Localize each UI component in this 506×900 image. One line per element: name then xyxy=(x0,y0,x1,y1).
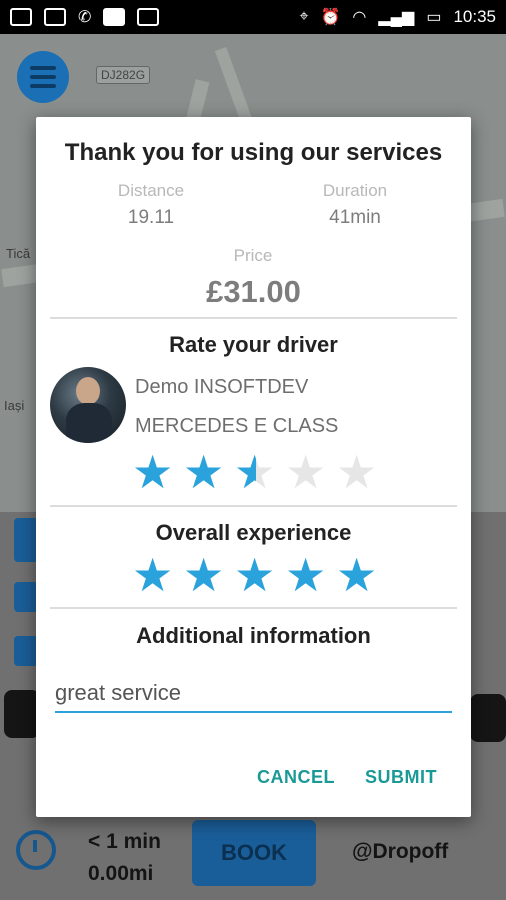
notification-icons: ✆ xyxy=(10,7,160,27)
battery-icon: ▭ xyxy=(426,9,442,26)
additional-info-input[interactable] xyxy=(55,675,452,713)
star-fill: ★ xyxy=(336,554,378,597)
gmail-icon xyxy=(10,8,32,26)
star-icon[interactable]: ★★ xyxy=(183,449,226,495)
star-icon[interactable]: ★★ xyxy=(336,449,379,495)
divider xyxy=(50,607,457,609)
submit-button[interactable]: SUBMIT xyxy=(365,767,437,788)
menu-button[interactable] xyxy=(17,51,69,103)
divider xyxy=(50,317,457,319)
star-fill: ★ xyxy=(285,554,327,597)
driver-rating-stars[interactable]: ★★★★★★★★★★ xyxy=(132,449,379,495)
alarm-icon: ⏰ xyxy=(320,9,341,26)
price-value: £31.00 xyxy=(206,274,301,309)
map-label-iasi: Iași xyxy=(4,398,25,413)
overall-experience-title: Overall experience xyxy=(155,520,352,545)
dropoff-button[interactable]: @Dropoff xyxy=(352,840,448,864)
location-icon: ⌖ xyxy=(299,8,309,25)
map-label-tica: Tică xyxy=(6,246,31,261)
star-icon[interactable]: ★★ xyxy=(285,449,328,495)
divider xyxy=(50,505,457,507)
system-icons: ⌖ ⏰ ◠ ▂▄▆ ▭ 10:35 xyxy=(299,7,496,27)
signal-icon: ▂▄▆ xyxy=(378,9,415,26)
pickup-arrow-icon[interactable] xyxy=(14,582,38,612)
rating-dialog: Thank you for using our services Distanc… xyxy=(36,117,471,817)
car-icon xyxy=(470,694,506,742)
star-fill: ★ xyxy=(183,451,225,494)
star-fill: ★ xyxy=(234,554,276,597)
menu-line xyxy=(30,75,56,79)
star-icon[interactable]: ★★ xyxy=(234,552,277,598)
star-fill: ★ xyxy=(234,451,256,494)
cancel-button[interactable]: CANCEL xyxy=(257,767,335,788)
eta-info: < 1 min 0.00mi xyxy=(88,826,161,890)
image-icon xyxy=(137,8,160,26)
additional-info-title: Additional information xyxy=(136,623,371,648)
star-icon[interactable]: ★★ xyxy=(336,552,379,598)
clock: 10:35 xyxy=(453,7,496,26)
dropoff-arrow-icon[interactable] xyxy=(14,636,38,666)
star-fill: ★ xyxy=(132,451,174,494)
driver-avatar xyxy=(50,367,126,443)
distance-label: Distance xyxy=(117,181,185,200)
dialog-title: Thank you for using our services xyxy=(64,139,443,166)
star-icon[interactable]: ★★ xyxy=(132,552,175,598)
road-tag: DJ282G xyxy=(96,66,151,84)
star-icon[interactable]: ★★ xyxy=(183,552,226,598)
star-fill: ★ xyxy=(132,554,174,597)
missed-call-icon: ✆ xyxy=(78,9,92,26)
rate-driver-title: Rate your driver xyxy=(169,332,338,357)
distance-value: 19.11 xyxy=(127,207,175,228)
eta-distance: 0.00mi xyxy=(88,862,154,885)
stopwatch-icon xyxy=(16,830,56,870)
driver-name: Demo INSOFTDEV xyxy=(135,376,309,398)
nfc-icon xyxy=(44,8,66,26)
price-label: Price xyxy=(233,246,273,265)
menu-line xyxy=(30,66,56,70)
star-icon[interactable]: ★★ xyxy=(132,449,175,495)
star-fill: ★ xyxy=(183,554,225,597)
duration-label: Duration xyxy=(322,181,388,200)
wifi-icon: ◠ xyxy=(352,9,367,26)
vehicle-tab[interactable] xyxy=(14,518,38,562)
book-button[interactable]: BOOK xyxy=(192,820,316,886)
menu-line xyxy=(30,84,56,88)
car-icon xyxy=(4,690,40,738)
duration-value: 41min xyxy=(329,207,381,228)
eta-time: < 1 min xyxy=(88,830,161,853)
car-model: MERCEDES E CLASS xyxy=(135,415,339,437)
star-icon[interactable]: ★★ xyxy=(285,552,328,598)
square-icon xyxy=(103,8,126,26)
overall-rating-stars[interactable]: ★ ★ ★ ★ ★ ★ ★ ★ ★ ★ xyxy=(132,552,379,598)
status-bar: ✆ ⌖ ⏰ ◠ ▂▄▆ ▭ 10:35 xyxy=(0,0,506,34)
star-icon[interactable]: ★★ xyxy=(234,449,277,495)
